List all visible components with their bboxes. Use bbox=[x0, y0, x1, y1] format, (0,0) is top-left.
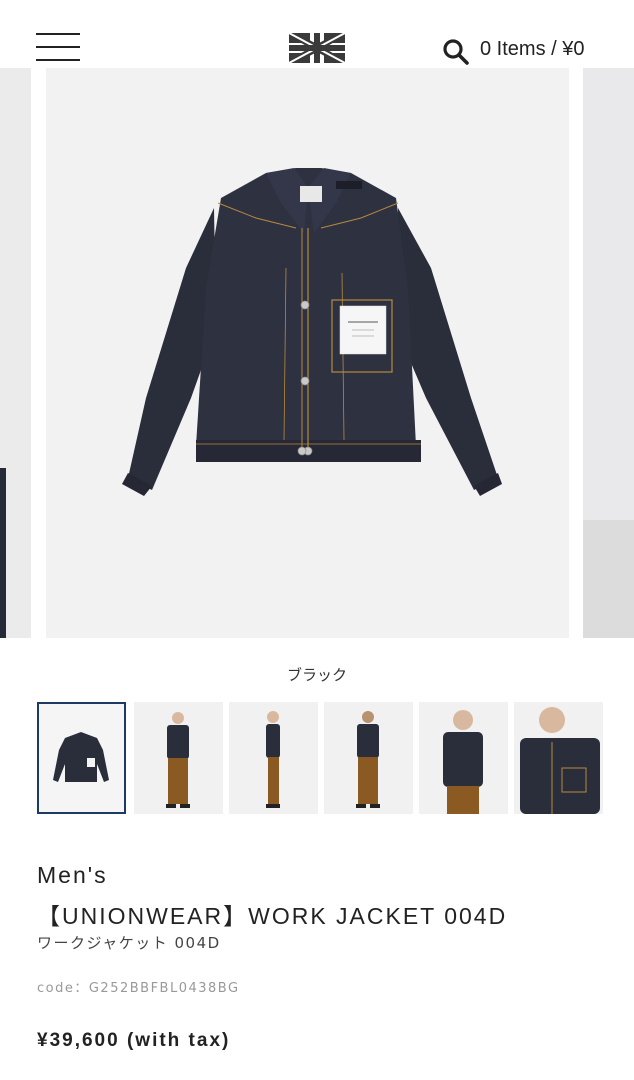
product-code: code：G252BBFBL0438BG bbox=[37, 981, 240, 996]
product-price: ¥39,600 (with tax) bbox=[37, 1030, 231, 1051]
product-title: 【UNIONWEAR】WORK JACKET 004D bbox=[37, 903, 508, 929]
product-image-carousel[interactable] bbox=[0, 68, 634, 638]
search-icon[interactable] bbox=[442, 38, 470, 66]
selected-color-label: ブラック bbox=[286, 666, 347, 684]
thumbnail-model-detail[interactable] bbox=[514, 702, 603, 814]
thumbnail-model-side[interactable] bbox=[229, 702, 318, 814]
product-category: Men's bbox=[37, 862, 108, 888]
thumbnail-model-front[interactable] bbox=[134, 702, 223, 814]
site-header: 0 Items / ¥0 bbox=[0, 0, 634, 70]
thumbnail-model-back[interactable] bbox=[324, 702, 413, 814]
union-jack-logo[interactable] bbox=[289, 33, 345, 63]
denim-jacket-image bbox=[122, 168, 502, 496]
thumbnail-model-closeup[interactable] bbox=[419, 702, 508, 814]
menu-icon[interactable] bbox=[36, 33, 80, 63]
thumbnail-jacket-flat[interactable] bbox=[37, 702, 126, 814]
main-product-image[interactable] bbox=[46, 68, 569, 638]
next-slide-image[interactable] bbox=[583, 68, 634, 638]
previous-slide-image[interactable] bbox=[0, 68, 31, 638]
product-title-japanese: ワークジャケット 004D bbox=[37, 934, 221, 952]
cart-link[interactable]: 0 Items / ¥0 bbox=[480, 38, 585, 61]
